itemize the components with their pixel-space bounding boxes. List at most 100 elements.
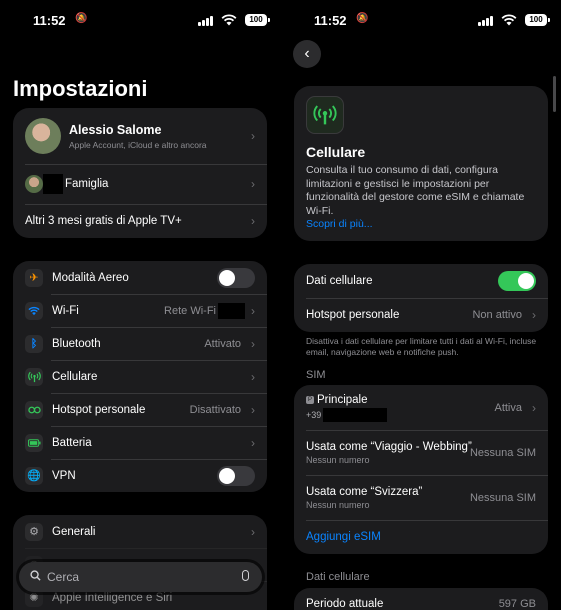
promo-label: Altri 3 mesi gratis di Apple TV+	[25, 215, 182, 227]
sim-number: +39	[306, 409, 322, 420]
personal-hotspot-label: Hotspot personale	[306, 309, 400, 321]
hotspot-icon	[25, 400, 43, 419]
hotspot-label: Hotspot personale	[52, 403, 146, 416]
airplane-mode-toggle[interactable]	[217, 267, 255, 288]
antenna-icon	[306, 96, 344, 134]
sim-title: Principale	[317, 393, 368, 406]
wifi-row[interactable]: Wi-Fi Rete Wi-Fi ›	[13, 294, 267, 327]
redacted-avatar	[43, 174, 63, 194]
battery-icon	[25, 433, 43, 452]
sim-status: Nessuna SIM	[469, 491, 536, 504]
vpn-row: 🌐 VPN	[13, 459, 267, 492]
search-bar[interactable]: Cerca	[19, 562, 262, 592]
cellular-info-card: Cellulare Consulta il tuo consumo di dat…	[294, 86, 548, 241]
sim-row-principale[interactable]: P Principale +39 Attiva ›	[294, 385, 548, 430]
account-card: Alessio Salome Apple Account, iCloud e a…	[13, 108, 267, 238]
bluetooth-label: Bluetooth	[52, 337, 101, 350]
usage-section-header: Dati cellulare	[306, 571, 370, 583]
cellular-description: Consulta il tuo consumo di dati, configu…	[306, 164, 538, 232]
antenna-icon	[25, 367, 43, 386]
battery-row[interactable]: Batteria ›	[13, 426, 267, 459]
cellular-title: Cellulare	[306, 144, 366, 160]
family-label: Famiglia	[65, 178, 109, 190]
learn-more-link[interactable]: Scopri di più...	[306, 218, 373, 230]
sim-section-header: SIM	[306, 369, 326, 381]
mute-bell-icon: 🔕	[356, 13, 369, 24]
connectivity-card: ✈ Modalità Aereo Wi-Fi Rete Wi-Fi › ᛒ Bl…	[13, 261, 267, 492]
general-label: Generali	[52, 525, 96, 538]
wifi-icon	[25, 301, 43, 320]
cellular-signal-icon	[478, 16, 493, 26]
back-button[interactable]: ‹	[293, 40, 321, 68]
chevron-left-icon: ‹	[304, 45, 310, 62]
account-name: Alessio Salome	[69, 122, 162, 137]
cellular-data-row: Dati cellulare	[294, 264, 548, 298]
chevron-right-icon: ›	[251, 177, 255, 191]
family-row[interactable]: Famiglia ›	[13, 164, 267, 204]
chevron-right-icon: ›	[251, 214, 255, 228]
bluetooth-value: Attivato	[204, 337, 241, 350]
microphone-icon[interactable]	[242, 570, 249, 581]
add-esim-button[interactable]: Aggiungi eSIM	[306, 531, 381, 543]
sim-status: Nessuna SIM	[469, 446, 536, 459]
status-time: 11:52	[33, 13, 66, 28]
sim-number: Nessun numero	[306, 454, 370, 465]
battery-label: Batteria	[52, 436, 92, 449]
scrollbar[interactable]	[553, 76, 556, 112]
bluetooth-icon: ᛒ	[25, 334, 43, 353]
cellular-data-note: Disattiva i dati cellulare per limitare …	[306, 336, 537, 357]
bluetooth-row[interactable]: ᛒ Bluetooth Attivato ›	[13, 327, 267, 360]
personal-hotspot-row[interactable]: Hotspot personale Non attivo ›	[294, 298, 548, 332]
page-title: Impostazioni	[13, 76, 148, 101]
cellular-screen: 11:52 🔕 100 ‹ Cellulare Consulta il tuo …	[281, 0, 561, 610]
current-period-label: Periodo attuale	[306, 598, 384, 610]
wifi-status-icon	[221, 14, 237, 26]
cellular-data-label: Dati cellulare	[306, 275, 373, 287]
chevron-right-icon: ›	[251, 336, 255, 351]
cellular-data-toggle[interactable]	[498, 271, 536, 291]
sim-row-svizzera[interactable]: Usata come “Svizzera” Nessun numero Ness…	[294, 475, 548, 520]
apple-intelligence-label: Apple Intelligence e Siri	[52, 591, 173, 604]
chevron-right-icon: ›	[251, 435, 255, 450]
account-subtitle: Apple Account, iCloud e altro ancora	[69, 139, 207, 150]
status-bar: 11:52 🔕 100	[0, 12, 281, 30]
add-esim-row[interactable]: Aggiungi eSIM	[294, 520, 548, 554]
sim-number: Nessun numero	[306, 499, 370, 510]
avatar	[25, 118, 61, 154]
chevron-right-icon: ›	[251, 402, 255, 417]
cellular-row[interactable]: Cellulare ›	[13, 360, 267, 393]
status-bar: 11:52 🔕 100	[281, 12, 561, 30]
cellular-signal-icon	[198, 16, 213, 26]
sim-row-webbing[interactable]: Usata come “Viaggio - Webbing” Nessun nu…	[294, 430, 548, 475]
status-time: 11:52	[314, 13, 347, 28]
current-period-value: 597 GB	[498, 598, 536, 610]
sim-status: Attiva	[494, 401, 522, 414]
search-placeholder: Cerca	[47, 570, 80, 584]
sim-card: P Principale +39 Attiva › Usata come “Vi…	[294, 385, 548, 554]
redacted-phone-number	[323, 407, 388, 422]
battery-status-icon: 100	[245, 14, 270, 26]
vpn-label: VPN	[52, 469, 76, 482]
hotspot-row[interactable]: Hotspot personale Disattivato ›	[13, 393, 267, 426]
wifi-value: Rete Wi-Fi	[164, 304, 216, 317]
current-period-row: Periodo attuale 597 GB	[294, 588, 548, 610]
hotspot-value: Disattivato	[189, 403, 241, 416]
settings-screen: 11:52 🔕 100 Impostazioni Alessio Salome …	[0, 0, 281, 610]
apple-account-row[interactable]: Alessio Salome Apple Account, iCloud e a…	[13, 108, 267, 164]
battery-status-icon: 100	[525, 14, 550, 26]
airplane-icon: ✈	[25, 268, 43, 287]
usage-card: Periodo attuale 597 GB	[294, 588, 548, 610]
chevron-right-icon: ›	[532, 400, 536, 415]
chevron-right-icon: ›	[251, 129, 255, 143]
airplane-mode-row: ✈ Modalità Aereo	[13, 261, 267, 294]
general-row[interactable]: ⚙ Generali ›	[13, 515, 267, 548]
wifi-label: Wi-Fi	[52, 304, 79, 317]
sim-title: Usata come “Svizzera”	[306, 485, 423, 498]
sim-title: Usata come “Viaggio - Webbing”	[306, 440, 472, 453]
appletv-promo-row[interactable]: Altri 3 mesi gratis di Apple TV+ ›	[13, 204, 267, 238]
search-icon	[30, 570, 41, 584]
mute-bell-icon: 🔕	[75, 13, 88, 24]
chevron-right-icon: ›	[251, 524, 255, 539]
wifi-status-icon	[501, 14, 517, 26]
vpn-toggle[interactable]	[217, 465, 255, 486]
